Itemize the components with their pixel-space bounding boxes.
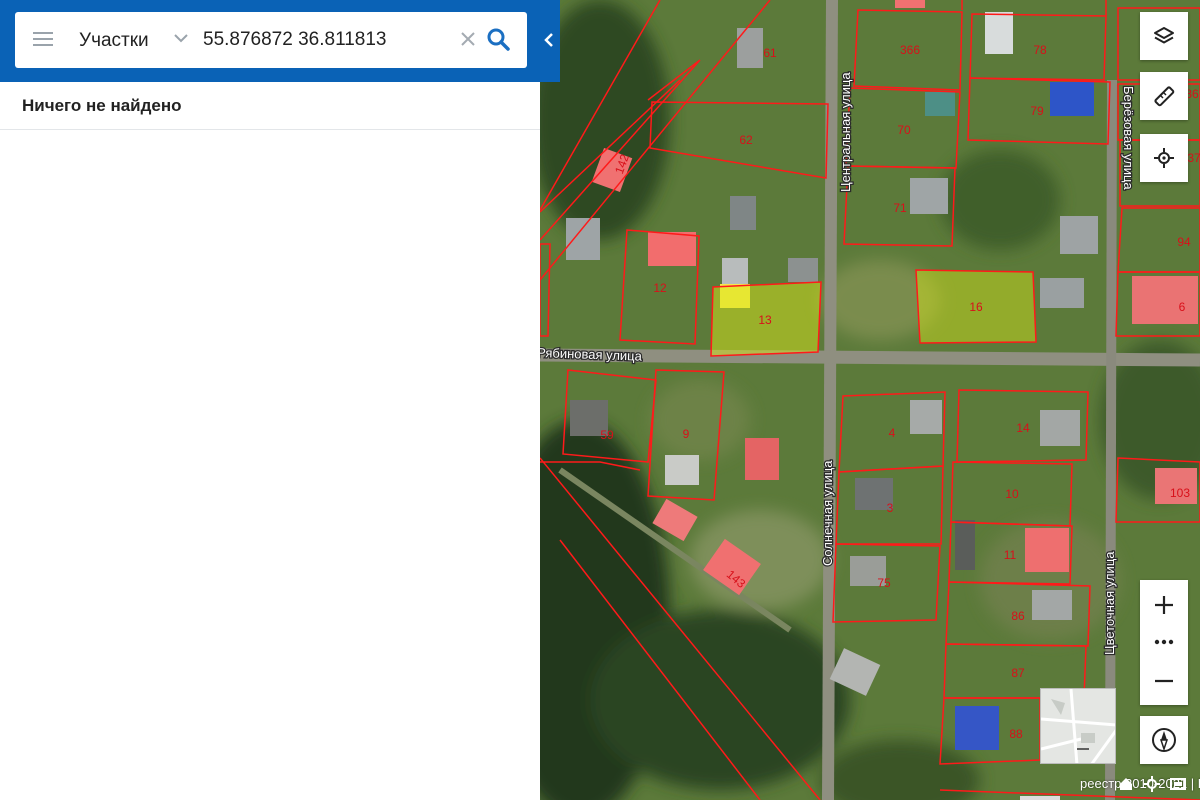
street-label: Цветочная улица — [1102, 551, 1117, 655]
fullscreen-icon[interactable] — [1170, 776, 1186, 792]
search-input[interactable] — [203, 26, 453, 54]
ruler-icon — [1154, 86, 1175, 107]
street-label: Центральная улица — [838, 72, 853, 192]
parcel-label: 79 — [1030, 104, 1044, 118]
layers-icon — [1154, 27, 1174, 44]
parcel-label: 87 — [1011, 666, 1025, 680]
parcel-label: 88 — [1009, 727, 1023, 741]
parcel-label: 75 — [877, 576, 891, 590]
satellite-map: 61 366 78 36 62 70 79 37 142 71 12 13 16… — [540, 0, 1200, 800]
parcel-label: 59 — [600, 428, 614, 442]
parcel-label: 3 — [887, 501, 894, 515]
parcel-label: 61 — [763, 46, 777, 60]
minimap-thumbnail[interactable] — [1040, 688, 1116, 764]
minus-icon — [1155, 679, 1173, 683]
parcel-label: 4 — [889, 426, 896, 440]
home-icon[interactable] — [1118, 776, 1134, 792]
compass-button[interactable] — [1140, 716, 1188, 764]
more-icon — [1154, 639, 1174, 645]
collapse-panel-icon[interactable] — [540, 12, 558, 68]
search-box: Участки — [15, 12, 527, 68]
zoom-controls — [1140, 580, 1188, 705]
layers-button[interactable] — [1140, 12, 1188, 60]
minimap-image — [1041, 689, 1115, 763]
measure-button[interactable] — [1140, 72, 1188, 120]
search-header: Участки — [0, 0, 560, 82]
compass-icon — [1152, 728, 1176, 752]
parcel-label: 70 — [897, 123, 911, 137]
location-marker-icon[interactable] — [1144, 776, 1160, 792]
plus-icon — [1155, 596, 1173, 614]
chevron-down-icon[interactable] — [173, 28, 189, 48]
locate-button[interactable] — [1140, 134, 1188, 182]
search-icon[interactable] — [485, 26, 511, 52]
attribution-icons — [1116, 772, 1196, 796]
zoom-out-button[interactable] — [1140, 658, 1188, 704]
parcel-label: 14 — [1016, 421, 1030, 435]
search-category-select[interactable]: Участки — [79, 30, 149, 52]
parcel-label: 6 — [1179, 300, 1186, 314]
results-header: Ничего не найдено — [0, 82, 540, 130]
parcel-label: 11 — [1004, 548, 1017, 562]
no-results-message: Ничего не найдено — [22, 96, 182, 115]
crosshair-icon — [1154, 148, 1174, 168]
street-label: Солнечная улица — [820, 460, 835, 566]
parcel-label: 13 — [758, 313, 772, 327]
parcel-label: 94 — [1177, 235, 1191, 249]
parcel-label: 366 — [900, 43, 920, 57]
sidebar-panel: Участки Ничего не найдено — [0, 0, 560, 800]
parcel-label: 62 — [739, 133, 753, 147]
parcel-label: 10 — [1005, 487, 1019, 501]
parcel-label: 12 — [653, 281, 667, 295]
map-view[interactable]: 61 366 78 36 62 70 79 37 142 71 12 13 16… — [540, 0, 1200, 800]
parcel-label: 103 — [1170, 486, 1190, 500]
street-label: Берёзовая улица — [1121, 86, 1136, 190]
parcel-label: 71 — [893, 201, 907, 215]
parcel-label: 16 — [969, 300, 983, 314]
parcel-label: 37 — [1187, 151, 1200, 165]
menu-icon[interactable] — [33, 32, 55, 48]
parcel-label: 78 — [1033, 43, 1047, 57]
clear-icon[interactable] — [458, 28, 478, 50]
parcel-label: 86 — [1011, 609, 1025, 623]
parcel-label: 9 — [683, 427, 690, 441]
